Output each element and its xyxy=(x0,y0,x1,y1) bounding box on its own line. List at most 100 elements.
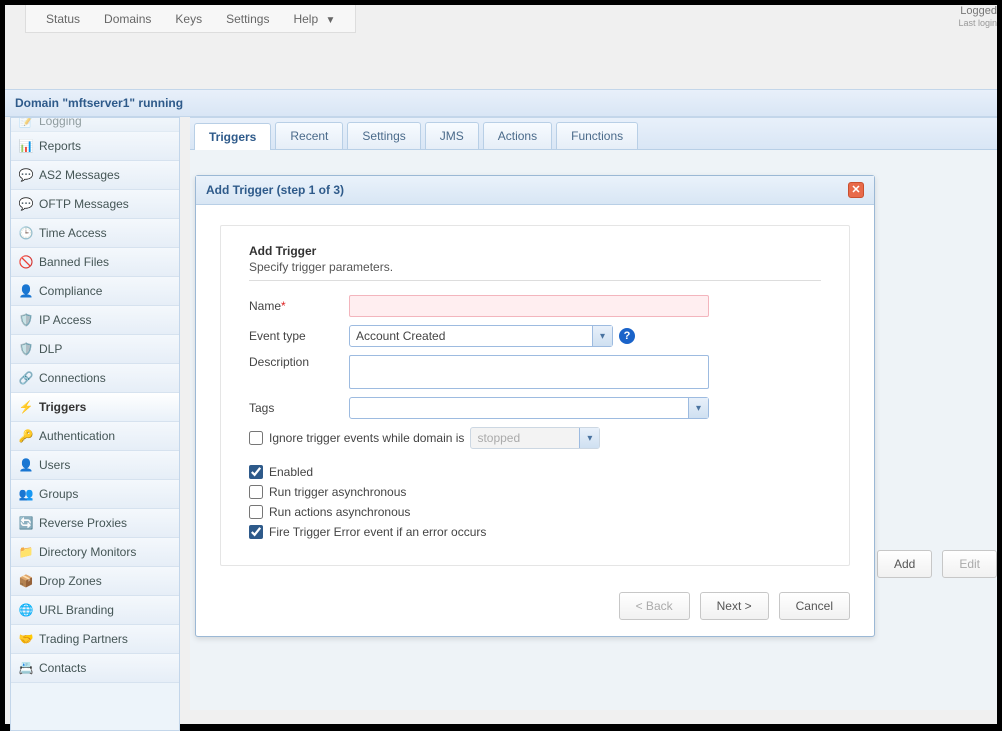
sidebar-item-url-branding[interactable]: 🌐URL Branding xyxy=(11,596,179,625)
sidebar-item-as2-messages[interactable]: 💬 AS2 Messages xyxy=(11,161,179,190)
tab-triggers[interactable]: Triggers xyxy=(194,123,271,150)
enabled-label: Enabled xyxy=(269,465,313,479)
run-actions-async-checkbox[interactable] xyxy=(249,505,263,519)
name-input[interactable] xyxy=(349,295,709,317)
dialog-body: Add Trigger Specify trigger parameters. … xyxy=(196,205,874,592)
ignore-state-select[interactable]: stopped ▾ xyxy=(470,427,600,449)
dialog-inner-panel: Add Trigger Specify trigger parameters. … xyxy=(220,225,850,566)
as2-messages-icon: 💬 xyxy=(19,168,33,182)
tabs-row: TriggersRecentSettingsJMSActionsFunction… xyxy=(190,117,997,150)
sidebar-item-reports[interactable]: 📊Reports xyxy=(11,132,179,161)
menu-label: Status xyxy=(46,12,80,26)
tags-label: Tags xyxy=(249,401,349,415)
close-icon[interactable]: ✕ xyxy=(848,182,864,198)
panel-subtitle: Specify trigger parameters. xyxy=(249,260,821,274)
content: TriggersRecentSettingsJMSActionsFunction… xyxy=(180,117,997,731)
dialog-title: Add Trigger (step 1 of 3) xyxy=(206,183,344,197)
sidebar-item-groups[interactable]: 👥Groups xyxy=(11,480,179,509)
tab-actions[interactable]: Actions xyxy=(483,122,552,149)
panel-title: Add Trigger xyxy=(249,244,821,258)
menu-keys[interactable]: Keys xyxy=(163,7,214,31)
sidebar-item-ip-access[interactable]: 🛡️IP Access xyxy=(11,306,179,335)
description-input[interactable] xyxy=(349,355,709,389)
connections-icon: 🔗 xyxy=(19,371,33,385)
enabled-checkbox[interactable] xyxy=(249,465,263,479)
sidebar-item-label: DLP xyxy=(39,342,62,356)
add-button[interactable]: Add xyxy=(877,550,932,578)
sidebar-item-label: Connections xyxy=(39,371,106,385)
sidebar-item-connections[interactable]: 🔗 Connections xyxy=(11,364,179,393)
row-name: Name* xyxy=(249,295,821,317)
sidebar-item-reverse-proxies[interactable]: 🔄Reverse Proxies xyxy=(11,509,179,538)
menu-status[interactable]: Status xyxy=(34,7,92,31)
domain-banner-text: Domain "mftserver1" running xyxy=(15,96,183,110)
next-button[interactable]: Next > xyxy=(700,592,769,620)
sidebar-item-triggers[interactable]: ⚡Triggers xyxy=(11,393,179,422)
required-marker: * xyxy=(281,299,286,313)
fire-error-checkbox[interactable] xyxy=(249,525,263,539)
menu-help[interactable]: Help ▼ xyxy=(281,7,347,31)
row-tags: Tags ▾ xyxy=(249,397,821,419)
tags-select[interactable]: ▾ xyxy=(349,397,709,419)
cancel-button[interactable]: Cancel xyxy=(779,592,850,620)
sidebar-item-directory-monitors[interactable]: 📁Directory Monitors xyxy=(11,538,179,567)
menu-settings[interactable]: Settings xyxy=(214,7,281,31)
chevron-down-icon: ▼ xyxy=(325,15,335,26)
event-type-select[interactable]: Account Created ▾ xyxy=(349,325,613,347)
sidebar-item-label: Time Access xyxy=(39,226,107,240)
divider xyxy=(249,280,821,281)
sidebar-item-label: Authentication xyxy=(39,429,115,443)
logging-icon: 📝 xyxy=(19,118,33,128)
edit-button[interactable]: Edit xyxy=(942,550,997,578)
sidebar-item-oftp-messages[interactable]: 💬OFTP Messages xyxy=(11,190,179,219)
sidebar-item-banned-files[interactable]: 🚫Banned Files xyxy=(11,248,179,277)
event-type-value: Account Created xyxy=(356,329,445,343)
dialog-footer: < Back Next > Cancel xyxy=(196,592,874,636)
sidebar-item-time-access[interactable]: 🕒Time Access xyxy=(11,219,179,248)
dlp-icon: 🛡️ xyxy=(19,342,33,356)
ignore-checkbox[interactable] xyxy=(249,431,263,445)
top-menubar-inner: Status Domains Keys Settings Help ▼ xyxy=(25,5,356,33)
sidebar-item-drop-zones[interactable]: 📦Drop Zones xyxy=(11,567,179,596)
sidebar-item-authentication[interactable]: 🔑 Authentication xyxy=(11,422,179,451)
reports-icon: 📊 xyxy=(19,139,33,153)
sidebar-item-trading-partners[interactable]: 🤝 Trading Partners xyxy=(11,625,179,654)
tab-jms[interactable]: JMS xyxy=(425,122,479,149)
logged-in-text: Logged xyxy=(958,5,997,18)
drop-zones-icon: 📦 xyxy=(19,574,33,588)
name-label: Name* xyxy=(249,299,349,313)
sidebar-item-label: Users xyxy=(39,458,70,472)
sidebar-item-label: Trading Partners xyxy=(39,632,128,646)
sidebar-item-users[interactable]: 👤Users xyxy=(11,451,179,480)
ip-access-icon: 🛡️ xyxy=(19,313,33,327)
row-description: Description xyxy=(249,355,821,389)
back-button[interactable]: < Back xyxy=(619,592,690,620)
row-ignore: Ignore trigger events while domain is st… xyxy=(249,427,821,449)
trading-partners-icon: 🤝 xyxy=(19,632,33,646)
menu-label: Keys xyxy=(175,12,202,26)
tab-recent[interactable]: Recent xyxy=(275,122,343,149)
description-label: Description xyxy=(249,355,349,369)
groups-icon: 👥 xyxy=(19,487,33,501)
row-run-trigger-async: Run trigger asynchronous xyxy=(249,485,821,499)
sidebar-item-logging[interactable]: 📝Logging xyxy=(11,118,179,132)
sidebar-item-label: AS2 Messages xyxy=(39,168,120,182)
chevron-down-icon: ▾ xyxy=(579,428,599,448)
tab-settings[interactable]: Settings xyxy=(347,122,420,149)
sidebar-item-compliance[interactable]: 👤Compliance xyxy=(11,277,179,306)
login-info: Logged Last login xyxy=(958,5,997,29)
row-enabled: Enabled xyxy=(249,465,821,479)
row-run-actions-async: Run actions asynchronous xyxy=(249,505,821,519)
tab-functions[interactable]: Functions xyxy=(556,122,638,149)
sidebar-item-contacts[interactable]: 📇Contacts xyxy=(11,654,179,683)
help-icon[interactable]: ? xyxy=(619,328,635,344)
sidebar-item-dlp[interactable]: 🛡️ DLP xyxy=(11,335,179,364)
contacts-icon: 📇 xyxy=(19,661,33,675)
run-trigger-async-[interactable] xyxy=(249,485,263,499)
fire-error-label: Fire Trigger Error event if an error occ… xyxy=(269,525,486,539)
authentication-icon: 🔑 xyxy=(19,429,33,443)
row-event-type: Event type Account Created ▾ ? xyxy=(249,325,821,347)
banned-files-icon: 🚫 xyxy=(19,255,33,269)
menu-domains[interactable]: Domains xyxy=(92,7,163,31)
ignore-state-value: stopped xyxy=(477,431,520,445)
